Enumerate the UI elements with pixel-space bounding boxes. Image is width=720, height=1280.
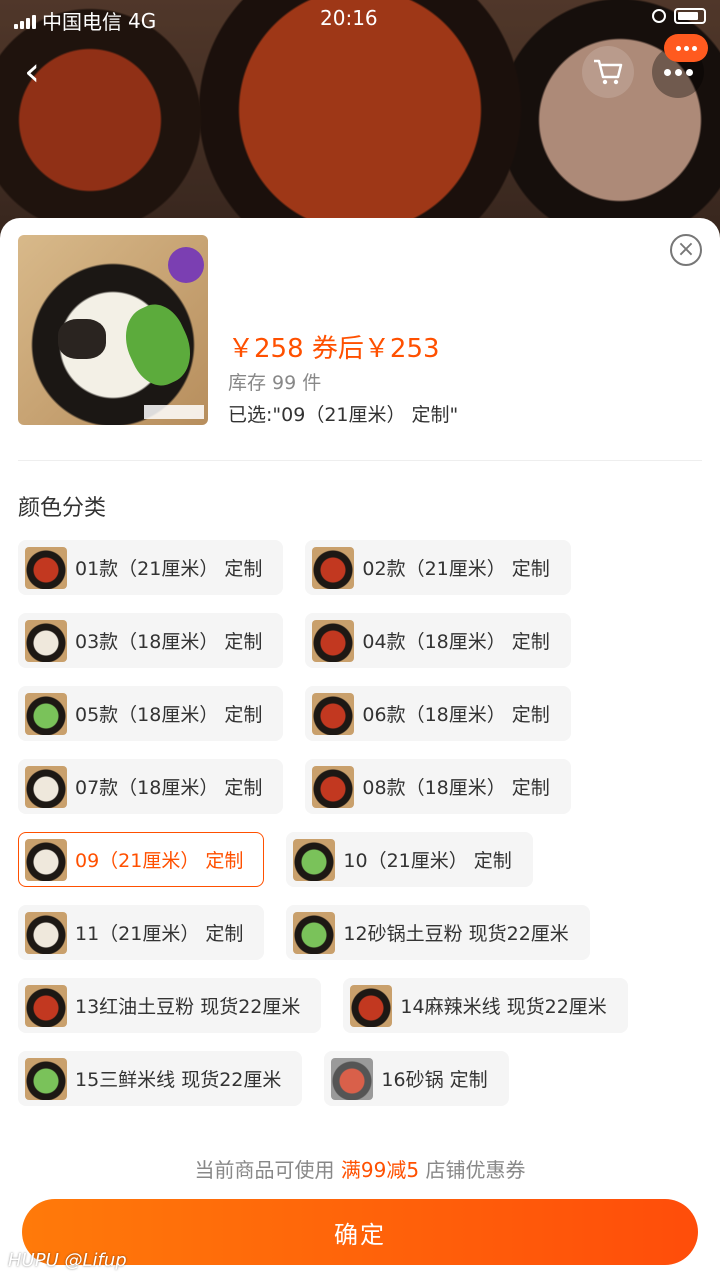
status-left: 中国电信 4G: [14, 6, 156, 35]
sku-thumbnail: [25, 984, 67, 1027]
sku-option[interactable]: 07款（18厘米） 定制: [18, 759, 284, 814]
selected-option: 已选:"09（21厘米） 定制": [228, 404, 459, 426]
sku-label: 04款（18厘米） 定制: [362, 631, 550, 653]
status-time: 20:16: [320, 6, 378, 30]
product-thumbnail: [18, 235, 208, 425]
sku-thumbnail: [312, 765, 355, 808]
sku-label: 02款（21厘米） 定制: [362, 558, 550, 580]
sku-option[interactable]: 03款（18厘米） 定制: [18, 613, 284, 668]
watermark: HUPU @Lifup: [8, 1250, 127, 1271]
sku-option[interactable]: 08款（18厘米） 定制: [305, 759, 571, 814]
sku-thumbnail: [312, 619, 355, 662]
sku-thumbnail: [25, 765, 67, 808]
status-right: [652, 8, 706, 24]
sku-thumbnail: [293, 911, 336, 954]
coupon-price: 券后￥253: [311, 334, 440, 364]
cart-button[interactable]: [582, 46, 634, 98]
section-title: 颜色分类: [18, 496, 107, 521]
sku-thumbnail: [25, 692, 67, 735]
sku-label: 10（21厘米） 定制: [343, 850, 512, 872]
hero-dim-overlay: [0, 0, 720, 240]
sku-option[interactable]: 11（21厘米） 定制: [18, 905, 265, 960]
sku-thumbnail: [25, 1057, 67, 1100]
sku-label: 09（21厘米） 定制: [75, 850, 244, 872]
sku-row: 07款（18厘米） 定制 08款（18厘米） 定制: [18, 759, 708, 814]
sku-row: 01款（21厘米） 定制 02款（21厘米） 定制: [18, 540, 708, 595]
sku-option[interactable]: 02款（21厘米） 定制: [305, 540, 571, 595]
sku-label: 12砂锅土豆粉 现货22厘米: [343, 923, 569, 945]
sku-row: 03款（18厘米） 定制 04款（18厘米） 定制: [18, 613, 708, 668]
sku-thumbnail: [25, 546, 67, 589]
sku-label: 05款（18厘米） 定制: [75, 704, 263, 726]
coupon-prefix: 当前商品可使用: [194, 1158, 335, 1182]
divider: [18, 460, 702, 461]
battery-icon: [674, 8, 706, 24]
stock-count: 库存 99 件: [228, 372, 322, 394]
cart-icon: [594, 59, 623, 85]
sku-option[interactable]: 12砂锅土豆粉 现货22厘米: [286, 905, 590, 960]
sku-row: 09（21厘米） 定制 10（21厘米） 定制: [18, 832, 708, 887]
sku-label: 08款（18厘米） 定制: [362, 777, 550, 799]
signal-icon: [14, 13, 36, 29]
sku-row: 13红油土豆粉 现货22厘米 14麻辣米线 现货22厘米: [18, 978, 708, 1033]
sku-label: 16砂锅 定制: [381, 1069, 488, 1091]
sku-label: 11（21厘米） 定制: [75, 923, 244, 945]
sku-thumbnail: [312, 546, 355, 589]
sku-row: 11（21厘米） 定制 12砂锅土豆粉 现货22厘米: [18, 905, 708, 960]
close-icon[interactable]: ×: [670, 234, 702, 266]
sku-option[interactable]: 06款（18厘米） 定制: [305, 686, 571, 741]
sku-thumbnail: [331, 1057, 374, 1100]
sku-row: 05款（18厘米） 定制 06款（18厘米） 定制: [18, 686, 708, 741]
sku-label: 15三鲜米线 现货22厘米: [75, 1069, 282, 1091]
sku-option[interactable]: 01款（21厘米） 定制: [18, 540, 284, 595]
coupon-suffix: 店铺优惠券: [425, 1158, 526, 1182]
price-line: ￥258 券后￥253: [228, 328, 440, 365]
sku-option-selected[interactable]: 09（21厘米） 定制: [18, 832, 265, 887]
orientation-lock-icon: [652, 9, 666, 23]
sku-thumbnail: [293, 838, 336, 881]
sku-thumbnail: [25, 619, 67, 662]
sku-options-list[interactable]: 01款（21厘米） 定制 02款（21厘米） 定制 03款（18厘米） 定制 04款（…: [18, 540, 708, 1134]
sku-label: 07款（18厘米） 定制: [75, 777, 263, 799]
sku-option[interactable]: 13红油土豆粉 现货22厘米: [18, 978, 322, 1033]
sku-label: 06款（18厘米） 定制: [362, 704, 550, 726]
sku-row: 15三鲜米线 现货22厘米 16砂锅 定制: [18, 1051, 708, 1106]
back-icon[interactable]: ‹: [24, 50, 64, 94]
carrier-label: 中国电信: [42, 10, 122, 34]
sku-option[interactable]: 15三鲜米线 现货22厘米: [18, 1051, 303, 1106]
sku-option[interactable]: 05款（18厘米） 定制: [18, 686, 284, 741]
price-value: ￥258: [228, 334, 304, 364]
sku-thumbnail: [350, 984, 393, 1027]
coupon-highlight[interactable]: 满99减5: [341, 1158, 419, 1182]
sku-label: 14麻辣米线 现货22厘米: [400, 996, 607, 1018]
thumbnail-logo-tag: [144, 405, 204, 419]
status-bar: 中国电信 4G 20:16: [0, 0, 720, 36]
sku-thumbnail: [312, 692, 355, 735]
sku-label: 13红油土豆粉 现货22厘米: [75, 996, 301, 1018]
sku-label: 01款（21厘米） 定制: [75, 558, 263, 580]
sku-option[interactable]: 10（21厘米） 定制: [286, 832, 533, 887]
sku-thumbnail: [25, 911, 67, 954]
sku-option[interactable]: 04款（18厘米） 定制: [305, 613, 571, 668]
message-badge-icon[interactable]: [664, 34, 708, 62]
sku-label: 03款（18厘米） 定制: [75, 631, 263, 653]
sku-option[interactable]: 16砂锅 定制: [324, 1051, 509, 1106]
sku-selector-sheet: × ￥258 券后￥253 库存 99 件 已选:"09（21厘米） 定制" 颜…: [0, 218, 720, 1280]
coupon-notice: 当前商品可使用 满99减5 店铺优惠券: [0, 1154, 720, 1183]
network-label: 4G: [128, 8, 157, 33]
sku-option[interactable]: 14麻辣米线 现货22厘米: [343, 978, 628, 1033]
sku-thumbnail: [25, 838, 67, 881]
